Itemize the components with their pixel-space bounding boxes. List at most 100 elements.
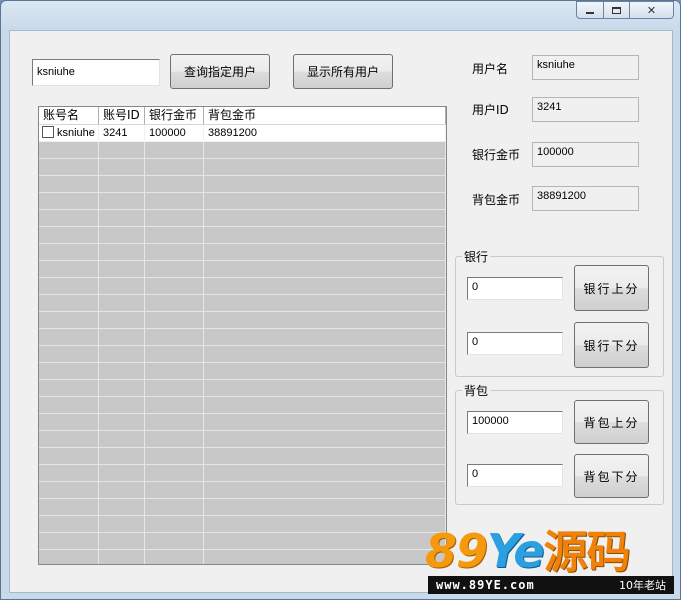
empty-table-row [39, 210, 446, 227]
column-header-bag[interactable]: 背包金币 [204, 107, 446, 124]
empty-cell [204, 346, 446, 362]
empty-cell [145, 550, 204, 564]
minimize-icon [586, 12, 594, 14]
empty-cell [39, 346, 99, 362]
close-button[interactable]: ✕ [630, 1, 674, 19]
cell-bag: 38891200 [204, 125, 446, 141]
query-user-button[interactable]: 查询指定用户 [170, 54, 270, 89]
empty-table-row [39, 329, 446, 346]
bank-up-input[interactable]: 0 [467, 277, 563, 300]
empty-cell [99, 227, 145, 243]
title-bar[interactable]: ✕ [1, 1, 680, 25]
empty-table-row [39, 397, 446, 414]
empty-cell [99, 550, 145, 564]
empty-cell [145, 295, 204, 311]
empty-cell [39, 397, 99, 413]
empty-cell [145, 176, 204, 192]
empty-table-row [39, 533, 446, 550]
empty-cell [145, 465, 204, 481]
empty-cell [204, 227, 446, 243]
row-checkbox[interactable] [42, 126, 54, 138]
empty-cell [39, 193, 99, 209]
empty-cell [145, 227, 204, 243]
empty-table-row [39, 261, 446, 278]
empty-cell [204, 210, 446, 226]
bank-down-button[interactable]: 银行下分 [574, 322, 649, 368]
userid-field[interactable]: 3241 [532, 97, 639, 122]
empty-cell [99, 482, 145, 498]
maximize-button[interactable] [603, 1, 630, 19]
watermark-brand: 89Ye源码 [425, 524, 631, 579]
client-area: ksniuhe 查询指定用户 显示所有用户 账号名 账号ID 银行金币 背包金币… [9, 30, 673, 593]
column-header-bank[interactable]: 银行金币 [145, 107, 204, 124]
username-label: 用户名 [472, 62, 509, 76]
empty-cell [39, 295, 99, 311]
column-header-id[interactable]: 账号ID [99, 107, 145, 124]
show-all-users-button[interactable]: 显示所有用户 [293, 54, 393, 89]
minimize-button[interactable] [576, 1, 603, 19]
empty-cell [99, 295, 145, 311]
empty-cell [204, 465, 446, 481]
bank-gold-field[interactable]: 100000 [532, 142, 639, 167]
bag-up-button[interactable]: 背包上分 [574, 400, 649, 444]
bag-down-button[interactable]: 背包下分 [574, 454, 649, 498]
watermark-bar: www.89YE.com 10年老站 [428, 576, 674, 594]
empty-table-row [39, 499, 446, 516]
empty-cell [39, 414, 99, 430]
empty-cell [145, 210, 204, 226]
bag-up-input[interactable]: 100000 [467, 411, 563, 434]
watermark-logo: 89Ye源码 www.89YE.com 10年老站 [425, 525, 678, 597]
bank-up-button[interactable]: 银行上分 [574, 265, 649, 311]
empty-table-row [39, 431, 446, 448]
empty-cell [145, 346, 204, 362]
app-window: ✕ ksniuhe 查询指定用户 显示所有用户 账号名 账号ID 银行金币 背包… [0, 0, 681, 600]
bank-groupbox: 银行 0 银行上分 0 银行下分 [455, 248, 664, 377]
empty-table-row [39, 159, 446, 176]
empty-cell [204, 550, 446, 564]
empty-rows [39, 142, 446, 564]
table-row[interactable]: ksniuhe 3241 100000 38891200 [39, 125, 446, 142]
empty-cell [39, 431, 99, 447]
empty-cell [204, 397, 446, 413]
empty-cell [145, 363, 204, 379]
empty-cell [39, 159, 99, 175]
empty-cell [99, 312, 145, 328]
empty-cell [204, 363, 446, 379]
empty-cell [99, 363, 145, 379]
column-header-account[interactable]: 账号名 [39, 107, 99, 124]
empty-table-row [39, 142, 446, 159]
empty-cell [204, 261, 446, 277]
empty-cell [39, 244, 99, 260]
empty-cell [204, 278, 446, 294]
bag-down-input[interactable]: 0 [467, 464, 563, 487]
username-field[interactable]: ksniuhe [532, 55, 639, 80]
empty-cell [39, 380, 99, 396]
empty-cell [145, 516, 204, 532]
empty-cell [39, 176, 99, 192]
bag-group-title: 背包 [462, 382, 491, 399]
username-search-input[interactable]: ksniuhe [32, 59, 160, 86]
empty-table-row [39, 346, 446, 363]
empty-cell [99, 499, 145, 515]
table-header: 账号名 账号ID 银行金币 背包金币 [39, 107, 446, 125]
user-table[interactable]: 账号名 账号ID 银行金币 背包金币 ksniuhe 3241 100000 3… [38, 106, 447, 565]
userid-label: 用户ID [472, 103, 509, 117]
empty-cell [99, 176, 145, 192]
empty-cell [204, 329, 446, 345]
bank-down-input[interactable]: 0 [467, 332, 563, 355]
empty-cell [99, 465, 145, 481]
empty-table-row [39, 193, 446, 210]
brand-ye: Ye [487, 524, 545, 578]
empty-cell [204, 244, 446, 260]
bag-gold-field[interactable]: 38891200 [532, 186, 639, 211]
empty-cell [39, 465, 99, 481]
empty-cell [39, 227, 99, 243]
empty-table-row [39, 363, 446, 380]
empty-table-row [39, 550, 446, 564]
empty-cell [99, 397, 145, 413]
empty-cell [204, 295, 446, 311]
bag-gold-label: 背包金币 [472, 193, 521, 207]
empty-cell [204, 516, 446, 532]
empty-cell [39, 482, 99, 498]
empty-cell [204, 448, 446, 464]
